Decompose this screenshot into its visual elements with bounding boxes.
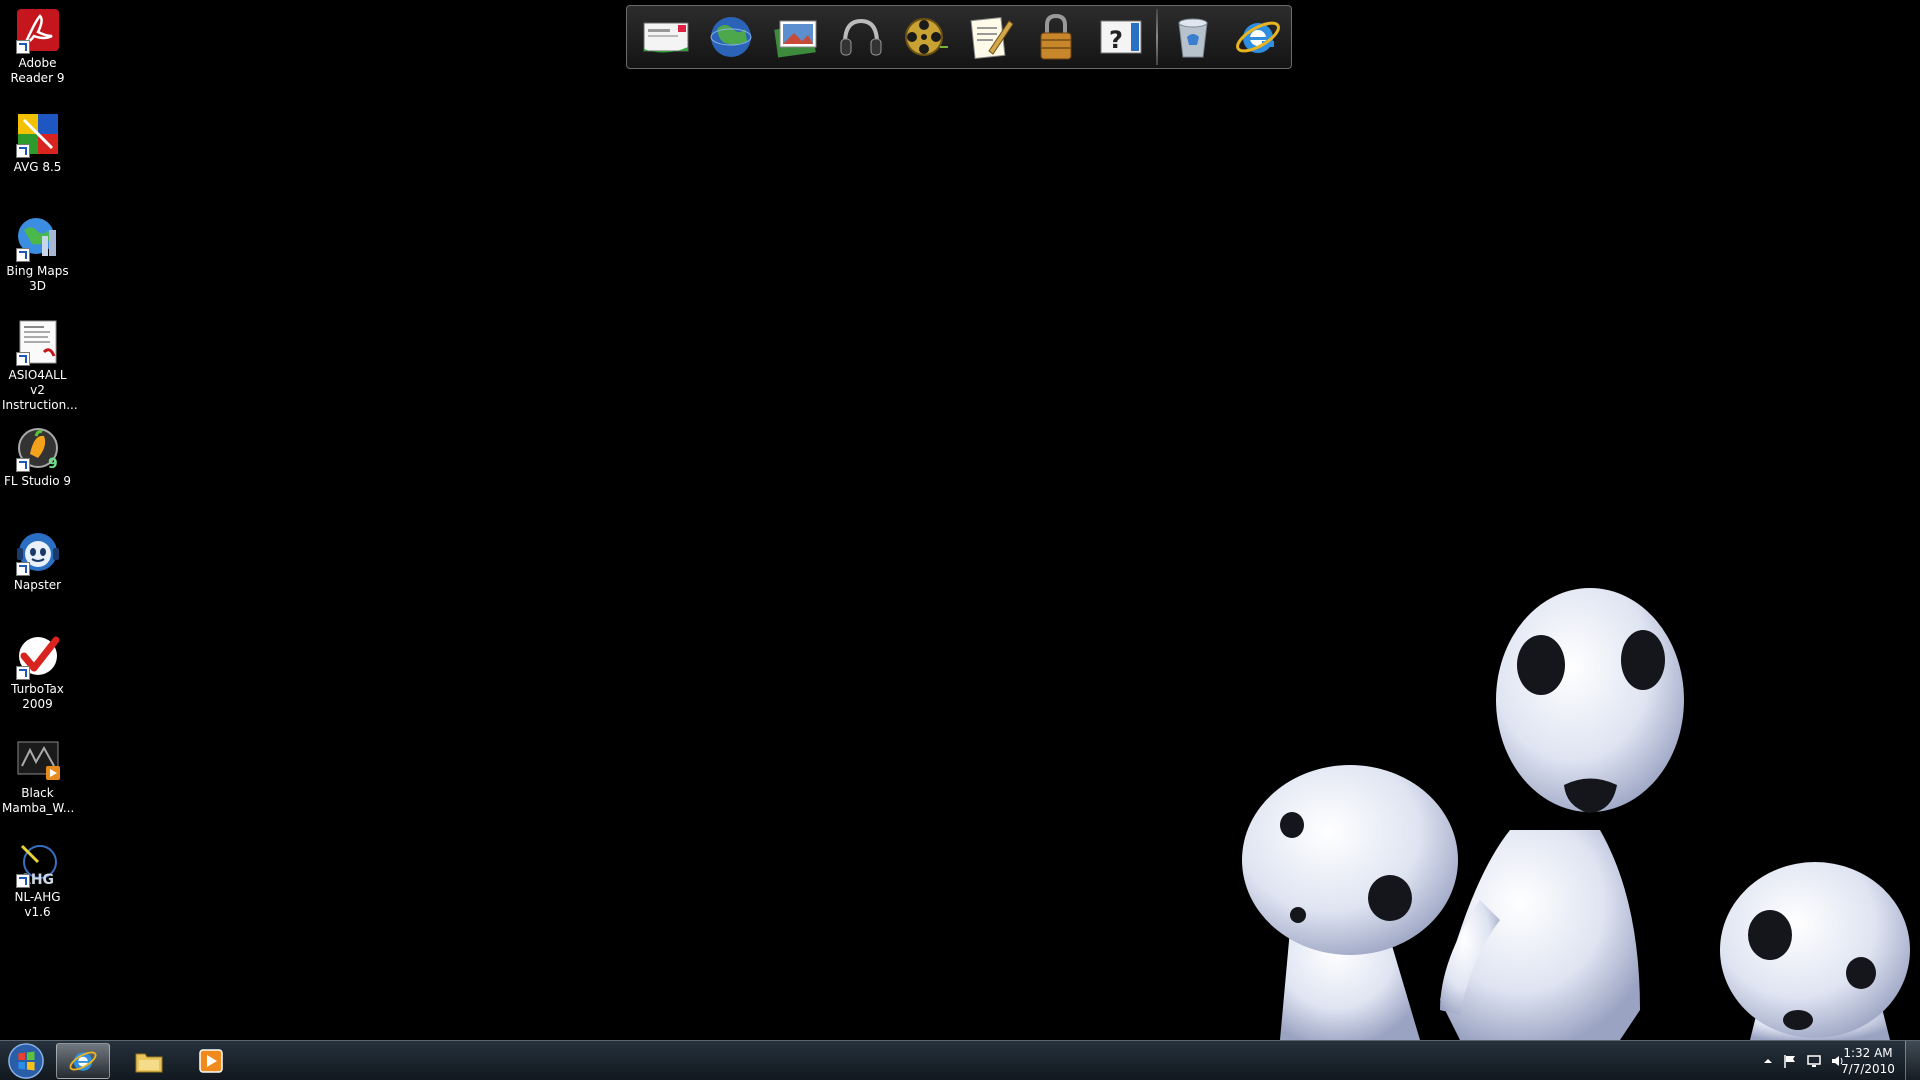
desktop-icon-bing-maps[interactable]: Bing Maps 3D: [0, 210, 75, 294]
desktop-icon-turbotax[interactable]: TurboTax 2009: [0, 628, 75, 712]
dock-item-recycle-bin[interactable]: [1161, 9, 1226, 65]
desktop-icon-label: Bing Maps 3D: [6, 264, 69, 293]
padlock-icon: [1040, 13, 1071, 60]
wallpaper-kodama-spirits: [1242, 588, 1910, 1040]
clock-date: 7/7/2010: [1841, 1062, 1895, 1076]
video-file-icon: [17, 741, 60, 780]
desktop-icon-label: TurboTax 2009: [11, 682, 64, 711]
desktop-icon-adobe-reader[interactable]: Adobe Reader 9: [0, 2, 75, 86]
taskbar-internet-explorer-button[interactable]: [56, 1043, 110, 1079]
system-tray: 1:32 AM 7/7/2010: [1720, 1041, 1920, 1080]
taskbar: 1:32 AM 7/7/2010: [0, 1040, 1920, 1080]
show-hidden-icons-icon[interactable]: [1760, 1053, 1776, 1069]
svg-text:9: 9: [48, 456, 58, 472]
film-reel-icon: [904, 18, 948, 56]
network-icon[interactable]: [1806, 1053, 1822, 1069]
internet-explorer-icon: [69, 1051, 97, 1071]
dock-separator: [1156, 9, 1158, 65]
desktop-icon-black-mamba-video[interactable]: Black Mamba_W...: [0, 732, 75, 816]
desktop-icon-napster[interactable]: Napster: [0, 524, 75, 593]
desktop-icon-nl-ahg[interactable]: AHG NL-AHG v1.6: [0, 836, 75, 920]
spirit-right: [1720, 862, 1910, 1040]
file-explorer-icon: [135, 1053, 163, 1073]
recycle-bin-icon: [1178, 18, 1209, 58]
headphones-icon: [840, 18, 881, 56]
start-button[interactable]: [4, 1042, 48, 1080]
show-desktop-button[interactable]: [1905, 1041, 1920, 1080]
media-player-icon: [199, 1049, 223, 1073]
windows-start-icon: [8, 1043, 44, 1079]
svg-text:?: ?: [1109, 26, 1123, 54]
dock-item-internet-explorer[interactable]: [1226, 9, 1291, 65]
dock-item-help[interactable]: ?: [1088, 9, 1153, 65]
globe-icon: [710, 17, 751, 57]
dock-item-photos[interactable]: [763, 9, 828, 65]
dock-item-padlock[interactable]: [1023, 9, 1088, 65]
help-icon: ?: [1100, 20, 1141, 54]
desktop-icon-label: FL Studio 9: [3, 474, 72, 488]
desktop-icon-label: Napster: [13, 578, 62, 592]
spirit-middle: [1440, 588, 1684, 1040]
dock-item-mail[interactable]: [633, 9, 698, 65]
photos-icon: [773, 20, 816, 58]
dock-item-globe[interactable]: [698, 9, 763, 65]
taskbar-clock[interactable]: 1:32 AM 7/7/2010: [1838, 1045, 1898, 1077]
mail-icon: [643, 22, 688, 53]
desktop-icon-label: Black Mamba_W...: [2, 786, 75, 815]
desktop-icon-label: Adobe Reader 9: [10, 56, 65, 85]
internet-explorer-icon: [1236, 21, 1281, 53]
dock-item-headphones[interactable]: [828, 9, 893, 65]
taskbar-media-player-button[interactable]: [184, 1043, 238, 1079]
desktop-icon-label: NL-AHG v1.6: [14, 890, 61, 919]
dock-item-notepad[interactable]: [958, 9, 1023, 65]
desktop-icon-asio4all-pdf[interactable]: ASIO4ALL v2 Instruction...: [0, 314, 78, 413]
desktop-icon-avg[interactable]: AVG 8.5: [0, 106, 75, 175]
action-center-flag-icon[interactable]: [1782, 1053, 1798, 1069]
desktop[interactable]: Adobe Reader 9 AVG 8.5 Bing Maps 3D ASIO…: [0, 0, 1920, 1080]
dock-toolbar: ?: [626, 5, 1292, 69]
notepad-icon: [970, 16, 1014, 60]
taskbar-file-explorer-button[interactable]: [122, 1043, 176, 1079]
spirit-left: [1242, 765, 1458, 1040]
desktop-icon-fl-studio[interactable]: 9 FL Studio 9: [0, 420, 75, 489]
clock-time: 1:32 AM: [1843, 1046, 1893, 1060]
dock-item-film-reel[interactable]: [893, 9, 958, 65]
desktop-icon-label: ASIO4ALL v2 Instruction...: [2, 368, 78, 412]
desktop-icon-label: AVG 8.5: [13, 160, 62, 174]
